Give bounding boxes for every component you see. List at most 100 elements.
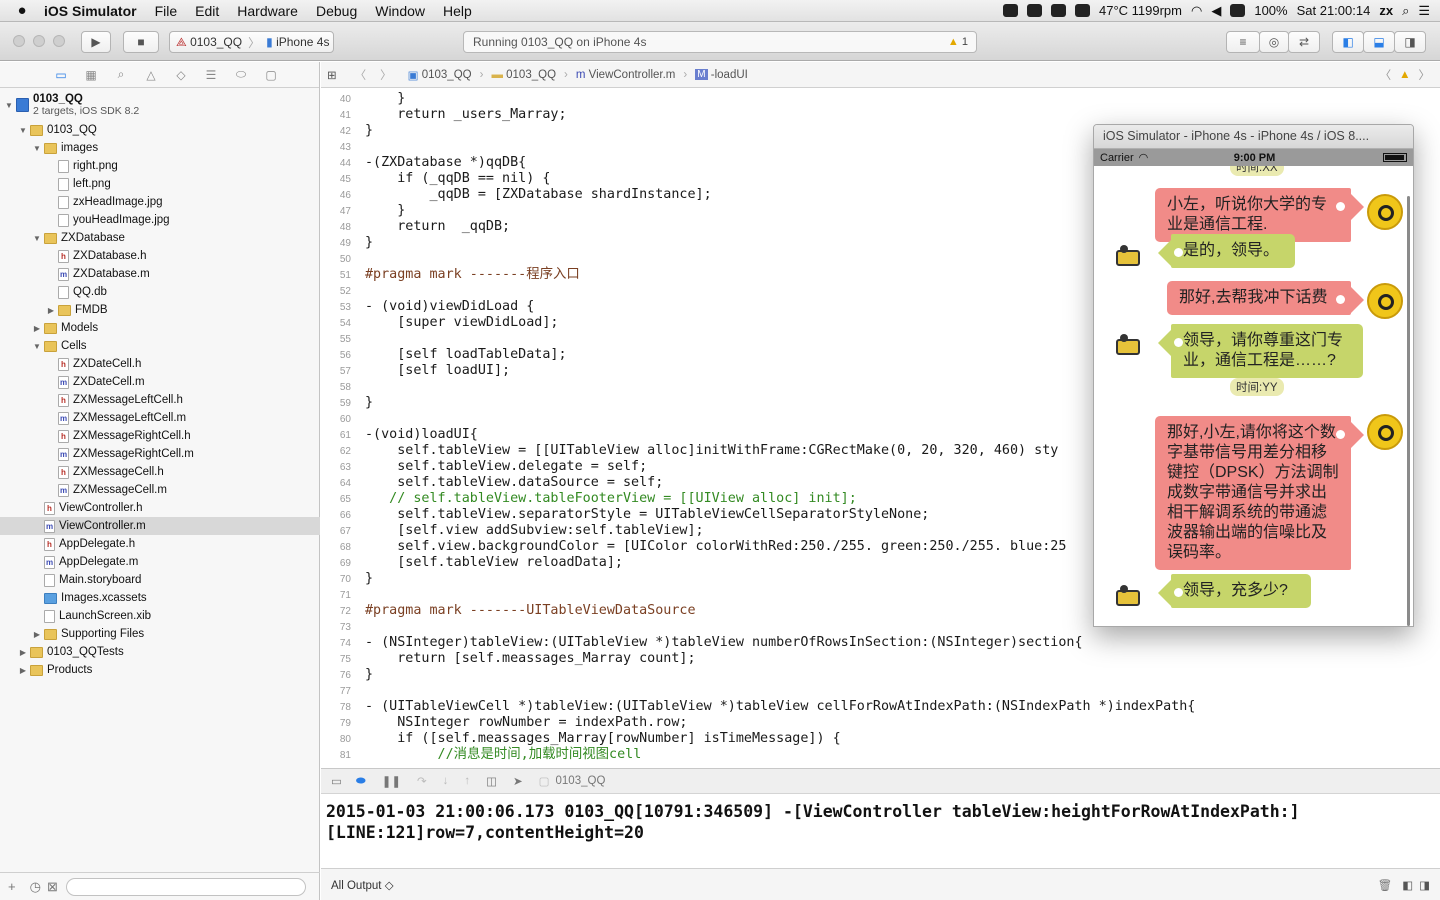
sender-avatar[interactable] — [1367, 414, 1403, 450]
crumb-file[interactable]: m ViewController.m — [576, 69, 676, 81]
toggle-debug-area-button[interactable]: ⬓ — [1363, 31, 1395, 53]
tree-row-zxmessageleftcell-m[interactable]: m ZXMessageLeftCell.m — [0, 409, 320, 427]
recent-files-icon[interactable]: ◷ — [30, 879, 41, 895]
version-editor-button[interactable]: ⇄ — [1288, 31, 1320, 53]
tree-row-qq-db[interactable]: QQ.db — [0, 283, 320, 301]
back-arrow-icon[interactable]: 〈 — [355, 67, 367, 83]
disclosure-open-icon[interactable]: ▼ — [32, 144, 42, 153]
menu-app-name[interactable]: iOS Simulator — [44, 0, 146, 22]
message-bubble-left[interactable]: 是的，领导。 — [1158, 234, 1295, 268]
disclosure-closed-icon[interactable]: ▶ — [18, 666, 28, 675]
tree-row-0103-qq[interactable]: ▼ 0103_QQ — [0, 121, 320, 139]
trash-icon[interactable]: 🗑 — [1378, 878, 1393, 892]
disclosure-open-icon[interactable]: ▼ — [18, 126, 28, 135]
tree-row-0103-qqtests[interactable]: ▶ 0103_QQTests — [0, 643, 320, 661]
issue-warning-icon[interactable]: ▲ — [1399, 69, 1410, 81]
console-output[interactable]: 2015-01-03 21:00:06.173 0103_QQ[10791:34… — [321, 795, 1440, 868]
chat-table-view[interactable]: 时间:XX 小左，听说你大学的专业是通信工程. 是的，领导。 那好,去帮我冲下话… — [1094, 166, 1413, 626]
scroll-indicator[interactable] — [1407, 196, 1410, 626]
tree-row-youheadimage[interactable]: youHeadImage.jpg — [0, 211, 320, 229]
close-button[interactable] — [13, 35, 25, 47]
breakpoint-navigator-tab-icon[interactable]: ⬭ — [226, 67, 256, 82]
tree-row-zxmessagerightcell-h[interactable]: h ZXMessageRightCell.h — [0, 427, 320, 445]
menu-file[interactable]: File — [146, 0, 187, 22]
simulate-location-icon[interactable]: ➤ — [513, 774, 523, 788]
sender-avatar[interactable] — [1367, 194, 1403, 230]
simulator-title[interactable]: iOS Simulator - iPhone 4s - iPhone 4s / … — [1094, 125, 1413, 149]
tree-row-zxdatecell-h[interactable]: h ZXDateCell.h — [0, 355, 320, 373]
zoom-button[interactable] — [53, 35, 65, 47]
clock[interactable]: Sat 21:00:14 — [1297, 3, 1371, 18]
crumb-project[interactable]: ▣ 0103_QQ — [408, 68, 472, 82]
sender-avatar[interactable] — [1367, 283, 1403, 319]
tree-row-zxmessageleftcell-h[interactable]: h ZXMessageLeftCell.h — [0, 391, 320, 409]
issue-navigator-tab-icon[interactable]: △ — [136, 68, 166, 82]
project-navigator-tab-icon[interactable]: ▭ — [46, 68, 76, 82]
tree-row-zxheadimage[interactable]: zxHeadImage.jpg — [0, 193, 320, 211]
minimize-button[interactable] — [33, 35, 45, 47]
tree-row-main-storyboard[interactable]: Main.storyboard — [0, 571, 320, 589]
pause-icon[interactable]: ❚❚ — [382, 774, 401, 788]
wifi-icon[interactable]: ◠ — [1191, 3, 1202, 19]
tree-row-zxmessagecell-h[interactable]: h ZXMessageCell.h — [0, 463, 320, 481]
disclosure-closed-icon[interactable]: ▶ — [18, 648, 28, 657]
assistant-editor-button[interactable]: ◎ — [1259, 31, 1289, 53]
toggle-navigator-button[interactable]: ◧ — [1332, 31, 1364, 53]
split-right-icon[interactable]: ◨ — [1419, 878, 1430, 892]
breakpoints-toggle-icon[interactable]: ⬬ — [356, 775, 366, 788]
disclosure-closed-icon[interactable]: ▶ — [32, 630, 42, 639]
message-bubble-right[interactable]: 那好,小左,请你将这个数字基带信号用差分相移键控（DPSK）方法调制成数字带通信… — [1155, 416, 1364, 570]
crumb-group[interactable]: ▬ 0103_QQ — [491, 69, 556, 81]
tree-row-zxmessagecell-m[interactable]: m ZXMessageCell.m — [0, 481, 320, 499]
tree-row-zxdatabase[interactable]: ▼ ZXDatabase — [0, 229, 320, 247]
tree-row-cells[interactable]: ▼ Cells — [0, 337, 320, 355]
input-method-icon[interactable] — [1026, 4, 1042, 17]
receiver-avatar[interactable] — [1112, 331, 1144, 361]
tree-row-viewcontroller-m[interactable]: m ViewController.m — [0, 517, 320, 535]
step-over-icon[interactable]: ↷ — [417, 774, 427, 788]
run-button[interactable]: ▶ — [81, 31, 111, 53]
menu-hardware[interactable]: Hardware — [228, 0, 307, 22]
tree-row-models[interactable]: ▶ Models — [0, 319, 320, 337]
disclosure-open-icon[interactable]: ▼ — [4, 101, 14, 110]
tree-row-appdelegate-m[interactable]: m AppDelegate.m — [0, 553, 320, 571]
hide-debug-area-icon[interactable]: ▭ — [331, 774, 342, 788]
split-left-icon[interactable]: ◧ — [1402, 878, 1413, 892]
warning-count[interactable]: ▲ 1 — [948, 36, 968, 48]
qq-status-icon[interactable] — [1002, 4, 1018, 17]
search-icon[interactable]: ⌕ — [1402, 3, 1409, 19]
crumb-method[interactable]: M -loadUI — [695, 69, 748, 81]
cloud-icon[interactable] — [1050, 4, 1066, 17]
receiver-avatar[interactable] — [1112, 242, 1144, 272]
menu-edit[interactable]: Edit — [186, 0, 228, 22]
tree-row-images[interactable]: ▼ images — [0, 139, 320, 157]
find-navigator-tab-icon[interactable]: ⌕ — [106, 67, 136, 82]
standard-editor-button[interactable]: ≡ — [1226, 31, 1260, 53]
previous-issue-icon[interactable]: 〈 — [1380, 67, 1392, 83]
tree-row-images-xcassets[interactable]: Images.xcassets — [0, 589, 320, 607]
stop-button[interactable]: ■ — [123, 31, 159, 53]
tree-row-products[interactable]: ▶ Products — [0, 661, 320, 679]
tree-row-fmdb[interactable]: ▶ FMDB — [0, 301, 320, 319]
scm-filter-icon[interactable]: ⊠ — [47, 879, 58, 895]
tree-row-appdelegate-h[interactable]: h AppDelegate.h — [0, 535, 320, 553]
output-filter-select[interactable]: All Output ◇ — [331, 878, 394, 892]
disclosure-closed-icon[interactable]: ▶ — [46, 306, 56, 315]
tree-row-launchscreen-xib[interactable]: LaunchScreen.xib — [0, 607, 320, 625]
receiver-avatar[interactable] — [1112, 582, 1144, 612]
forward-arrow-icon[interactable]: 〉 — [380, 67, 392, 83]
user-name[interactable]: zx — [1379, 3, 1393, 18]
baidu-icon[interactable] — [1230, 4, 1246, 17]
symbol-navigator-tab-icon[interactable]: ▦ — [76, 68, 106, 82]
tree-row-supporting-files[interactable]: ▶ Supporting Files — [0, 625, 320, 643]
add-icon[interactable]: + — [8, 879, 16, 894]
apple-menu-icon[interactable]: ● — [0, 2, 44, 19]
menu-window[interactable]: Window — [366, 0, 434, 22]
project-root-row[interactable]: ▼ 0103_QQ 2 targets, iOS SDK 8.2 — [0, 90, 320, 120]
scheme-selector[interactable]: ⟁ 0103_QQ 〉 ▮ iPhone 4s — [169, 31, 334, 53]
tree-row-zxdatabase-h[interactable]: h ZXDatabase.h — [0, 247, 320, 265]
tree-row-left-png[interactable]: left.png — [0, 175, 320, 193]
battery-percent[interactable]: 100% — [1254, 3, 1287, 18]
message-bubble-right[interactable]: 那好,去帮我冲下话费 — [1167, 281, 1364, 315]
message-bubble-left[interactable]: 领导，请你尊重这门专业，通信工程是……? — [1158, 324, 1363, 378]
